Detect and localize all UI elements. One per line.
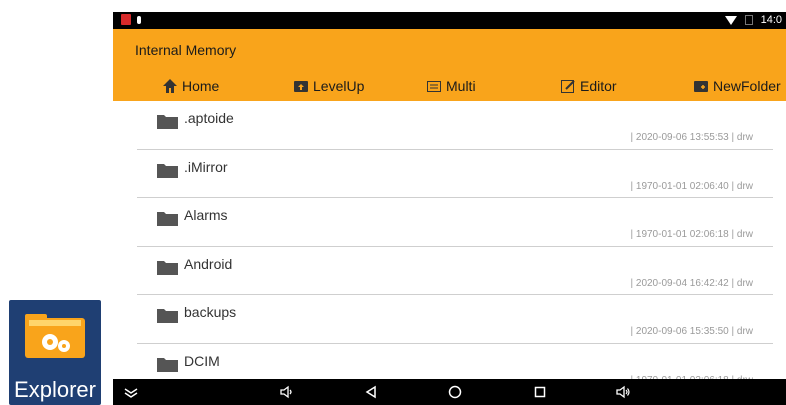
folder-up-icon: [294, 81, 308, 92]
collapse-icon: [124, 388, 138, 398]
home-button[interactable]: Home: [162, 75, 219, 97]
editor-label: Editor: [580, 78, 617, 94]
toolbar: Home LevelUp Multi Editor NewFolder: [113, 75, 786, 97]
multi-select-icon: [427, 81, 441, 92]
folder-icon: [157, 309, 178, 323]
pin-icon: [137, 15, 141, 24]
file-name: .iMirror: [184, 158, 228, 175]
list-item[interactable]: .iMirror | 1970-01-01 02:06:40 | drw: [137, 150, 773, 198]
list-item[interactable]: .aptoide | 2020-09-06 13:55:53 | drw: [137, 101, 773, 150]
file-meta: | 1970-01-01 02:06:18 | drw: [630, 229, 754, 240]
back-icon: [365, 385, 376, 399]
newfolder-label: NewFolder: [713, 78, 781, 94]
folder-icon: [157, 115, 178, 129]
collapse-button[interactable]: [123, 384, 139, 400]
folder-icon: [157, 260, 178, 275]
app-header: Internal Memory Home LevelUp Multi Edito…: [113, 29, 786, 101]
newfolder-button[interactable]: NewFolder: [693, 75, 781, 97]
volume-up-icon: [616, 385, 630, 399]
settings-folder-icon: [25, 314, 85, 358]
file-meta: | 2020-09-06 15:35:50 | drw: [630, 326, 754, 337]
volume-down-icon: [280, 385, 292, 399]
wifi-icon: [724, 15, 737, 25]
navigation-bar: [113, 379, 786, 405]
status-left: [121, 14, 141, 25]
new-folder-icon: [694, 81, 708, 92]
file-meta: | 1970-01-01 02:06:40 | drw: [630, 180, 754, 192]
file-list: .aptoide | 2020-09-06 13:55:53 | drw .iM…: [137, 101, 773, 391]
file-meta: | 2020-09-06 13:55:53 | drw: [630, 132, 754, 143]
list-item[interactable]: Alarms | 1970-01-01 02:06:18 | drw: [137, 198, 773, 247]
clock: 14:0: [760, 14, 782, 26]
notification-k-icon: [121, 14, 131, 25]
multi-button[interactable]: Multi: [426, 75, 476, 97]
home-nav-button[interactable]: [447, 384, 463, 400]
status-right: 14:0: [724, 14, 782, 26]
editor-button[interactable]: Editor: [560, 75, 617, 97]
recents-button[interactable]: [532, 384, 548, 400]
file-name: Android: [184, 255, 233, 272]
levelup-label: LevelUp: [313, 78, 365, 94]
folder-icon: [157, 163, 178, 178]
list-item[interactable]: backups | 2020-09-06 15:35:50 | drw: [137, 295, 773, 344]
edit-icon: [561, 80, 575, 93]
explorer-app-icon[interactable]: Explorer: [9, 300, 101, 405]
app-label: Explorer: [14, 377, 96, 402]
folder-icon: [157, 212, 178, 226]
file-name: DCIM: [184, 352, 220, 369]
home-icon: [163, 79, 177, 93]
home-circle-icon: [448, 385, 462, 399]
file-name: .aptoide: [184, 110, 234, 126]
home-label: Home: [182, 78, 220, 94]
file-name: Alarms: [184, 207, 228, 223]
file-name: backups: [184, 304, 237, 320]
back-button[interactable]: [363, 384, 379, 400]
multi-label: Multi: [446, 78, 476, 94]
volume-down-button[interactable]: [278, 384, 294, 400]
folder-icon: [157, 357, 178, 372]
status-bar: 14:0: [113, 12, 786, 29]
volume-up-button[interactable]: [615, 384, 631, 400]
file-meta: | 2020-09-04 16:42:42 | drw: [630, 277, 754, 289]
levelup-button[interactable]: LevelUp: [293, 75, 364, 97]
page-title: Internal Memory: [135, 42, 237, 58]
recents-icon: [534, 386, 546, 398]
device-screen: 14:0 Internal Memory Home LevelUp Multi …: [113, 12, 786, 405]
signal-icon: [744, 15, 753, 25]
list-item[interactable]: Android | 2020-09-04 16:42:42 | drw: [137, 247, 773, 295]
